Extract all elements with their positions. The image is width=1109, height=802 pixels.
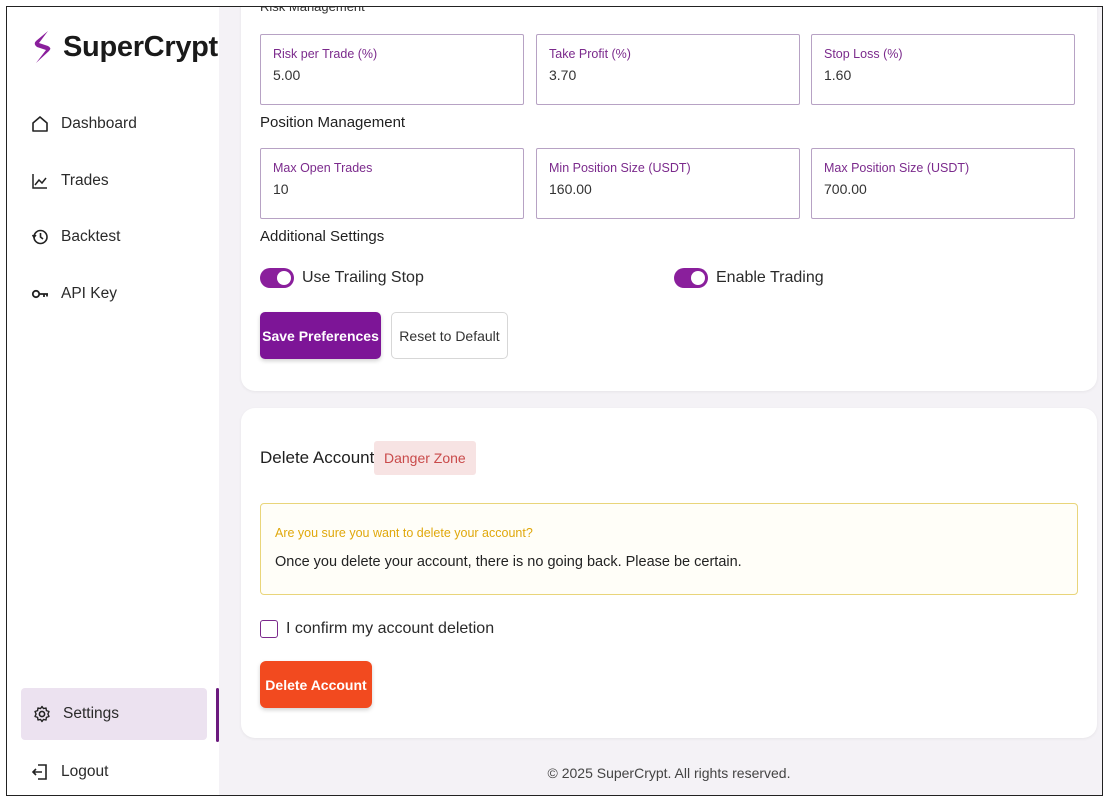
reset-default-button[interactable]: Reset to Default [391, 312, 508, 359]
home-icon [31, 115, 49, 133]
confirm-deletion-label[interactable]: I confirm my account deletion [286, 620, 494, 638]
warning-alert: Are you sure you want to delete your acc… [260, 503, 1078, 595]
min-position-size-field[interactable]: Min Position Size (USDT) 160.00 [536, 148, 800, 219]
field-label: Max Open Trades [273, 161, 373, 175]
sidebar-item-label: Settings [63, 705, 120, 722]
field-label: Max Position Size (USDT) [824, 161, 970, 175]
warning-text: Once you delete your account, there is n… [275, 554, 742, 570]
field-value: 3.70 [549, 67, 577, 83]
delete-account-button[interactable]: Delete Account [260, 661, 372, 708]
logo-icon [34, 31, 51, 63]
enable-trading-setting: Enable Trading [674, 268, 824, 288]
logout-icon [31, 763, 49, 781]
field-value: 5.00 [273, 67, 301, 83]
stop-loss-field[interactable]: Stop Loss (%) 1.60 [811, 34, 1075, 105]
field-value: 10 [273, 181, 289, 197]
warning-title: Are you sure you want to delete your acc… [275, 526, 533, 540]
sidebar-item-label: Trades [61, 172, 109, 189]
toggle-label: Use Trailing Stop [302, 269, 424, 286]
trailing-stop-setting: Use Trailing Stop [260, 268, 424, 288]
sidebar-item-settings[interactable]: Settings [21, 688, 207, 740]
brand-name: SuperCrypt [63, 30, 218, 63]
active-indicator [216, 688, 219, 742]
field-value: 160.00 [549, 181, 592, 197]
app-window: SuperCrypt Dashboard Trades Backtest API [6, 6, 1103, 796]
sidebar-item-label: Dashboard [61, 115, 137, 132]
sidebar-item-label: Logout [61, 763, 109, 780]
section-heading-position: Position Management [260, 114, 406, 131]
section-heading-additional: Additional Settings [260, 228, 385, 245]
delete-account-title: Delete Account [260, 448, 375, 467]
sidebar-item-label: API Key [61, 285, 117, 302]
trailing-stop-toggle[interactable] [260, 268, 294, 288]
save-preferences-button[interactable]: Save Preferences [260, 312, 381, 359]
max-position-size-field[interactable]: Max Position Size (USDT) 700.00 [811, 148, 1075, 219]
sidebar-item-api-key[interactable]: API Key [31, 285, 117, 303]
sidebar-item-trades[interactable]: Trades [31, 172, 109, 190]
field-label: Risk per Trade (%) [273, 47, 378, 61]
gear-icon [33, 705, 51, 723]
max-open-trades-field[interactable]: Max Open Trades 10 [260, 148, 524, 219]
field-label: Take Profit (%) [549, 47, 631, 61]
risk-per-trade-field[interactable]: Risk per Trade (%) 5.00 [260, 34, 524, 105]
confirm-deletion-checkbox[interactable] [260, 620, 278, 638]
take-profit-field[interactable]: Take Profit (%) 3.70 [536, 34, 800, 105]
key-icon [31, 285, 49, 303]
danger-zone-badge: Danger Zone [374, 441, 476, 475]
confirm-deletion-row: I confirm my account deletion [260, 620, 494, 638]
field-label: Stop Loss (%) [824, 47, 903, 61]
field-label: Min Position Size (USDT) [549, 161, 691, 175]
section-heading-risk: Risk Management [260, 6, 365, 14]
field-value: 700.00 [824, 181, 867, 197]
chart-line-icon [31, 172, 49, 190]
sidebar: SuperCrypt Dashboard Trades Backtest API [7, 7, 219, 795]
sidebar-item-logout[interactable]: Logout [31, 763, 108, 781]
toggle-label: Enable Trading [716, 269, 824, 286]
footer-copyright: © 2025 SuperCrypt. All rights reserved. [547, 765, 791, 781]
sidebar-item-dashboard[interactable]: Dashboard [31, 115, 137, 133]
logo[interactable]: SuperCrypt [31, 29, 218, 65]
sidebar-item-backtest[interactable]: Backtest [31, 228, 120, 246]
enable-trading-toggle[interactable] [674, 268, 708, 288]
field-value: 1.60 [824, 67, 852, 83]
sidebar-item-label: Backtest [61, 228, 121, 245]
history-icon [31, 228, 49, 246]
